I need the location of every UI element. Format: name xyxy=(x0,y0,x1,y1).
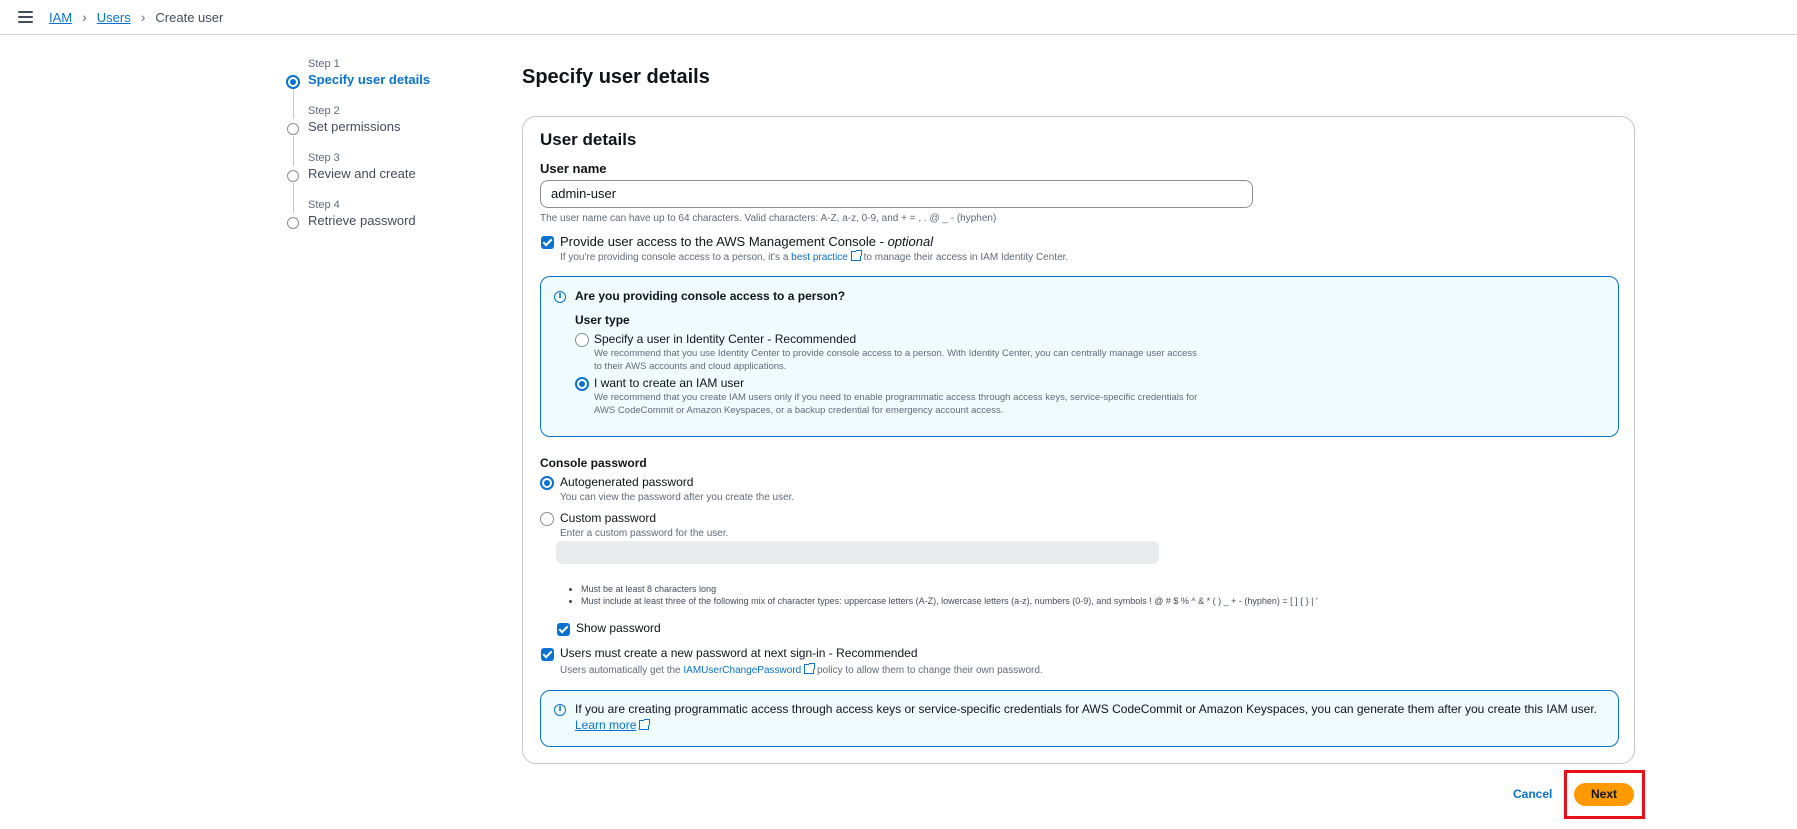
info-icon: i xyxy=(554,291,566,303)
step-4: Step 4 Retrieve password xyxy=(284,198,484,245)
external-link-icon[interactable] xyxy=(804,663,816,674)
learn-more-wrapper: Learn more xyxy=(575,718,651,732)
programmatic-access-info-box: i If you are creating programmatic acces… xyxy=(540,690,1619,747)
identity-center-label[interactable]: Specify a user in Identity Center - Reco… xyxy=(594,332,856,346)
step-number: Step 4 xyxy=(308,199,340,211)
custom-password-hint: Enter a custom password for the user. xyxy=(560,528,729,539)
chevron-right-icon: › xyxy=(140,9,146,25)
external-link-icon[interactable] xyxy=(639,719,651,730)
top-bar: IAM › Users › Create user xyxy=(0,0,1797,35)
username-hint: The user name can have up to 64 characte… xyxy=(540,213,997,224)
custom-password-input[interactable] xyxy=(556,541,1159,564)
step-1[interactable]: Step 1 Specify user details xyxy=(284,57,484,119)
iam-user-label[interactable]: I want to create an IAM user xyxy=(594,376,744,390)
identity-center-desc: to their AWS accounts and cloud applicat… xyxy=(594,361,787,372)
learn-more-link[interactable]: Learn more xyxy=(575,718,636,732)
programmatic-access-text: If you are creating programmatic access … xyxy=(575,702,1598,716)
identity-center-desc: We recommend that you use Identity Cente… xyxy=(594,348,1197,359)
wizard-steps: Step 1 Specify user details Step 2 Set p… xyxy=(284,57,484,245)
step-number: Step 1 xyxy=(308,58,340,70)
identity-center-radio[interactable] xyxy=(575,333,589,347)
info-box-title: Are you providing console access to a pe… xyxy=(575,289,846,303)
autogenerated-password-label[interactable]: Autogenerated password xyxy=(560,475,693,489)
step-2: Step 2 Set permissions xyxy=(284,104,484,166)
iam-user-radio[interactable] xyxy=(575,377,589,391)
require-reset-checkbox[interactable] xyxy=(541,648,554,661)
hint-text: If you're providing console access to a … xyxy=(560,252,792,263)
custom-password-radio[interactable] xyxy=(540,512,554,526)
console-access-label: Provide user access to the AWS Managemen… xyxy=(560,234,933,249)
console-person-info-box: i Are you providing console access to a … xyxy=(540,276,1619,437)
page-title: Specify user details xyxy=(522,66,710,88)
user-type-label: User type xyxy=(575,313,630,327)
console-access-checkbox[interactable] xyxy=(541,236,554,249)
breadcrumb-current: Create user xyxy=(155,9,224,25)
iam-user-desc: AWS CodeCommit or Amazon Keyspaces, or a… xyxy=(594,405,1004,416)
console-password-label: Console password xyxy=(540,456,647,470)
hint-text: Users automatically get the xyxy=(560,665,684,676)
step-indicator xyxy=(287,123,299,135)
card-title: User details xyxy=(540,130,637,149)
chevron-right-icon: › xyxy=(82,9,87,25)
iam-change-password-link[interactable]: IAMUserChangePassword xyxy=(683,665,801,676)
console-access-hint: If you're providing console access to a … xyxy=(560,250,1069,263)
menu-icon[interactable] xyxy=(18,11,33,23)
show-password-checkbox[interactable] xyxy=(557,623,570,636)
hint-text: to manage their access in IAM Identity C… xyxy=(860,252,1069,263)
autogenerated-password-hint: You can view the password after you crea… xyxy=(560,492,795,503)
breadcrumb-iam[interactable]: IAM xyxy=(49,10,72,25)
step-indicator xyxy=(287,170,299,182)
step-3: Step 3 Review and create xyxy=(284,151,484,213)
autogenerated-password-radio[interactable] xyxy=(540,476,554,490)
breadcrumb-users[interactable]: Users xyxy=(97,10,131,25)
step-label[interactable]: Specify user details xyxy=(308,71,484,89)
step-label: Retrieve password xyxy=(308,213,416,228)
best-practice-link[interactable]: best practice xyxy=(791,252,848,263)
user-details-card: User details User name admin-user The us… xyxy=(522,116,1635,764)
step-indicator xyxy=(287,217,299,229)
username-label: User name xyxy=(540,161,607,176)
password-rule: Must include at least three of the follo… xyxy=(581,595,1318,607)
step-label: Set permissions xyxy=(308,119,401,134)
console-access-text: Provide user access to the AWS Managemen… xyxy=(560,234,888,249)
step-indicator xyxy=(286,75,300,89)
custom-password-label[interactable]: Custom password xyxy=(560,511,656,525)
step-number: Step 2 xyxy=(308,105,340,117)
iam-user-desc: We recommend that you create IAM users o… xyxy=(594,392,1198,403)
require-reset-hint: Users automatically get the IAMUserChang… xyxy=(560,663,1043,676)
username-input[interactable]: admin-user xyxy=(540,180,1253,208)
require-reset-label[interactable]: Users must create a new password at next… xyxy=(560,646,918,660)
cancel-button[interactable]: Cancel xyxy=(1513,787,1552,801)
password-rules: Must be at least 8 characters long Must … xyxy=(581,583,1318,607)
info-icon: i xyxy=(554,704,566,716)
step-number: Step 3 xyxy=(308,152,340,164)
breadcrumb: IAM › Users › Create user xyxy=(49,9,223,25)
step-label: Review and create xyxy=(308,166,416,181)
next-button-highlight xyxy=(1564,770,1645,819)
hint-text: policy to allow them to change their own… xyxy=(814,665,1043,676)
external-link-icon[interactable] xyxy=(850,250,862,261)
optional-text: optional xyxy=(887,234,934,249)
show-password-label[interactable]: Show password xyxy=(576,621,661,635)
password-rule: Must be at least 8 characters long xyxy=(581,583,1318,595)
